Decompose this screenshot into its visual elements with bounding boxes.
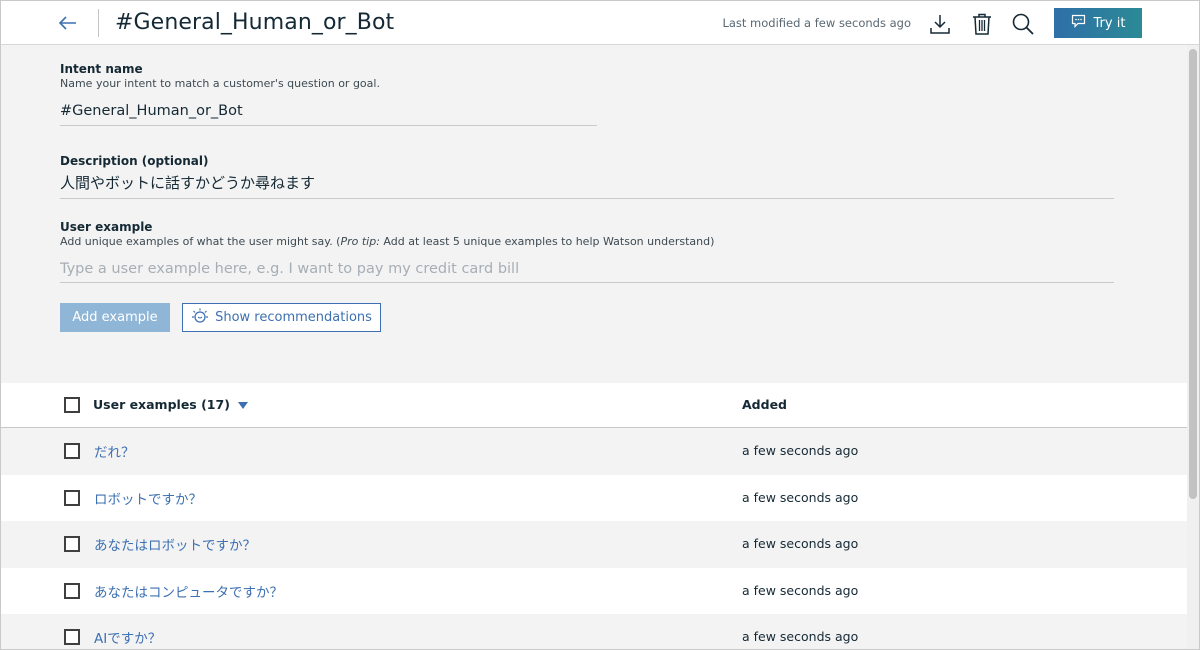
select-all-checkbox[interactable] <box>64 397 80 413</box>
try-it-button[interactable]: Try it <box>1054 8 1142 38</box>
user-examples-table: User examples (17) Added だれ？ a few secon… <box>1 383 1187 649</box>
last-modified-text: Last modified a few seconds ago <box>722 16 911 30</box>
table-row: あなたはコンピュータですか？ a few seconds ago <box>1 567 1187 614</box>
intent-name-help: Name your intent to match a customer's q… <box>60 77 380 90</box>
back-arrow-icon[interactable] <box>53 9 83 37</box>
add-example-button[interactable]: Add example <box>60 303 170 332</box>
trash-icon[interactable] <box>968 10 996 38</box>
vertical-scrollbar[interactable] <box>1187 45 1199 649</box>
user-example-help-tip: Add at least 5 unique examples to help W… <box>379 235 715 248</box>
app-window: #General_Human_or_Bot Last modified a fe… <box>0 0 1200 650</box>
page-header: #General_Human_or_Bot Last modified a fe… <box>1 1 1199 45</box>
example-text[interactable]: AIですか？ <box>94 627 161 647</box>
pro-tip-label: Pro tip: <box>340 235 380 248</box>
chat-icon <box>1071 14 1086 32</box>
row-checkbox[interactable] <box>64 489 80 506</box>
intent-name-label: Intent name <box>60 62 143 76</box>
intent-name-input[interactable]: #General_Human_or_Bot <box>60 101 597 126</box>
table-row: あなたはロボットですか？ a few seconds ago <box>1 521 1187 568</box>
table-row: ロボットですか？ a few seconds ago <box>1 474 1187 521</box>
user-example-label: User example <box>60 220 153 234</box>
added-time: a few seconds ago <box>742 536 859 551</box>
row-checkbox[interactable] <box>64 629 80 645</box>
header-divider <box>98 9 99 37</box>
lightbulb-icon <box>191 307 209 329</box>
example-text[interactable]: だれ？ <box>94 441 135 461</box>
description-input[interactable]: 人間やボットに話すかどうか尋ねます <box>60 173 1114 199</box>
page-title: #General_Human_or_Bot <box>115 10 395 35</box>
table-row: だれ？ a few seconds ago <box>1 428 1187 475</box>
sort-caret-down-icon <box>237 397 248 412</box>
added-column-header[interactable]: Added <box>742 397 787 412</box>
example-text[interactable]: あなたはロボットですか？ <box>94 534 256 554</box>
added-time: a few seconds ago <box>742 629 859 644</box>
row-checkbox[interactable] <box>64 536 80 552</box>
user-example-input[interactable]: Type a user example here, e.g. I want to… <box>60 259 1114 283</box>
examples-column-header[interactable]: User examples (17) <box>93 397 248 412</box>
row-checkbox[interactable] <box>64 582 80 599</box>
added-time: a few seconds ago <box>742 443 859 458</box>
description-label: Description (optional) <box>60 154 209 168</box>
user-example-help: Add unique examples of what the user mig… <box>60 234 714 249</box>
added-time: a few seconds ago <box>742 582 859 598</box>
download-icon[interactable] <box>926 10 954 38</box>
example-text[interactable]: あなたはコンピュータですか？ <box>94 581 283 601</box>
user-example-help-text: Add unique examples of what the user mig… <box>60 235 341 248</box>
show-recommendations-label: Show recommendations <box>215 310 372 325</box>
table-header: User examples (17) Added <box>1 383 1187 428</box>
row-checkbox[interactable] <box>64 443 80 459</box>
added-time: a few seconds ago <box>742 489 859 505</box>
try-it-label: Try it <box>1093 15 1126 31</box>
scrollbar-thumb[interactable] <box>1189 49 1197 499</box>
table-row: AIですか？ a few seconds ago <box>1 614 1187 649</box>
show-recommendations-button[interactable]: Show recommendations <box>182 303 381 332</box>
examples-column-label: User examples (17) <box>93 397 230 412</box>
example-text[interactable]: ロボットですか？ <box>94 488 202 508</box>
search-icon[interactable] <box>1009 10 1037 38</box>
